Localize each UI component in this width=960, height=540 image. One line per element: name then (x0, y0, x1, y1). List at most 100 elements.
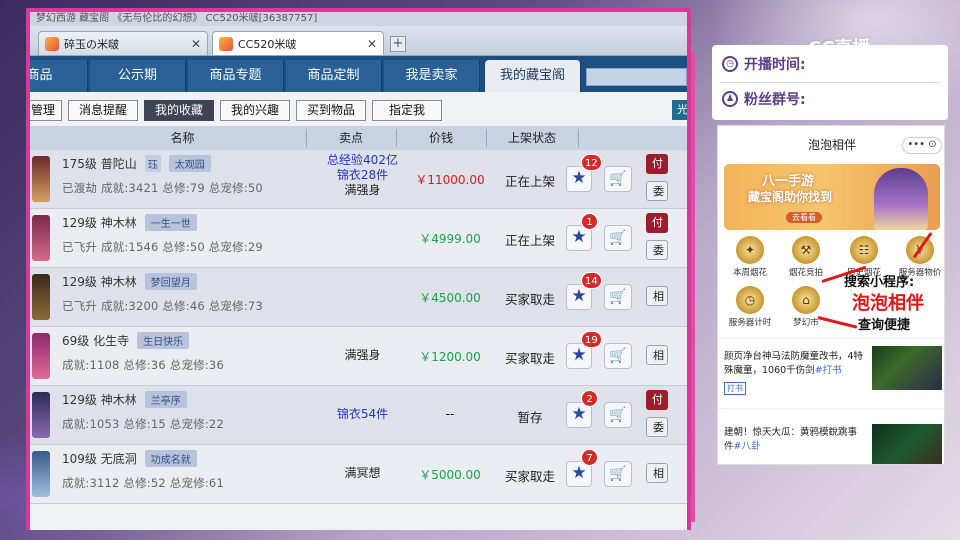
browser-tab-1[interactable]: 碎玉の米啵 ✕ (38, 31, 208, 55)
cart-icon[interactable]: 🛒 (604, 461, 632, 487)
role-name[interactable]: 129级 神木林 (62, 273, 137, 290)
role-detail: 成就:1108 总修:36 总宠修:36 (62, 358, 224, 372)
avatar[interactable] (32, 451, 50, 497)
listing-status: 买家取走 (504, 351, 555, 366)
avatar[interactable] (32, 333, 50, 379)
close-icon[interactable]: ✕ (367, 37, 377, 51)
role-tag: 一生一世 (144, 214, 197, 231)
cart-icon[interactable]: 🛒 (604, 343, 632, 369)
divider (720, 82, 940, 83)
favorite-count-badge: 14 (581, 272, 602, 289)
role-title: 69级 化生寺 生日快乐 (62, 332, 190, 349)
close-icon[interactable]: ✕ (191, 37, 201, 51)
selling-point: 满冥想 (344, 466, 381, 480)
avatar[interactable] (32, 156, 50, 202)
cart-icon[interactable]: 🛒 (604, 402, 632, 428)
selling-point: 锦衣28件 (336, 168, 389, 182)
mini-program-ad: 泡泡相伴 ••• ⊙ 八一手游 藏宝阁助你找到 去看看 ✦ 本周烟花 ⚒ 烟花竞拍 … (717, 125, 945, 465)
price: ￥4999.00 (419, 232, 481, 246)
manage-button[interactable]: 管理 (30, 100, 62, 121)
cart-icon[interactable]: 🛒 (604, 225, 632, 251)
browser-tab-label: 碎玉の米啵 (64, 37, 119, 51)
avatar[interactable] (32, 392, 50, 438)
col-selling: 卖点 (338, 131, 363, 145)
similar-button[interactable]: 相 (646, 463, 668, 483)
selling-points: 满强身 (310, 348, 415, 363)
firework-icon: ✦ (736, 236, 764, 264)
selling-points: 满冥想 (310, 466, 415, 481)
mini-program-controls: ••• ⊙ (902, 137, 942, 154)
selling-points: 总经验402亿 锦衣28件 满强身 (310, 153, 415, 198)
browser-tab-2[interactable]: CC520米啵 ✕ (212, 31, 384, 55)
tab-topics[interactable]: 商品专题 (188, 60, 284, 92)
capture-frame: 梦幻西游 藏宝阁 《无与伦比的幻想》 CC520米啵[36387757] 碎玉の… (26, 8, 695, 530)
cart-icon[interactable]: 🛒 (604, 166, 632, 192)
table-row[interactable]: 129级 神木林 兰亭序 成就:1053 总修:15 总宠修:22 锦衣54件 -- 暂存… (30, 386, 687, 445)
role-name[interactable]: 109级 无底洞 (62, 450, 137, 467)
my-interests-button[interactable]: 我的兴趣 (220, 100, 290, 121)
news-tag: 打书 (724, 382, 746, 395)
role-name[interactable]: 129级 神木林 (62, 214, 137, 231)
start-time-label: 开播时间: (744, 57, 806, 73)
role-tag: 生日快乐 (137, 332, 190, 349)
entrust-button[interactable]: 委 (646, 240, 668, 260)
message-reminder-button[interactable]: 消息提醒 (68, 100, 138, 121)
entrust-button[interactable]: 委 (646, 181, 668, 201)
entrust-button[interactable]: 委 (646, 417, 668, 437)
grid-item-market: ⌂ 梦幻市 (776, 286, 836, 328)
table-row[interactable]: 69级 化生寺 生日快乐成就:1108 总修:36 总宠修:36 满强身 ￥1200.… (30, 327, 687, 386)
designated-me-button[interactable]: 指定我 (372, 100, 442, 121)
new-tab-button[interactable]: + (390, 36, 406, 52)
favorite-count-badge: 7 (581, 449, 598, 466)
avatar[interactable] (32, 215, 50, 261)
role-name[interactable]: 175级 普陀山 (62, 155, 137, 172)
role-name[interactable]: 129级 神木林 (62, 391, 137, 408)
table-row[interactable]: 129级 神木林 梦回望月 已飞升 成就:3200 总修:46 总宠修:73 ￥450… (30, 268, 687, 327)
role-name[interactable]: 69级 化生寺 (62, 332, 129, 349)
character-image (874, 168, 928, 230)
role-title: 109级 无底洞 功成名就 (62, 450, 197, 467)
pay-button[interactable]: 付 (646, 390, 668, 410)
listing-status: 暂存 (517, 410, 543, 425)
col-price: 价钱 (428, 131, 453, 145)
table-row[interactable]: 175级 普陀山珏太观园 已渡劫 成就:3421 总修:79 总宠修:50 总经验4… (30, 150, 687, 209)
my-favorites-button[interactable]: 我的收藏 (144, 100, 214, 121)
role-detail: 已飞升 成就:1546 总修:50 总宠修:29 (62, 240, 263, 254)
nav-search-input[interactable] (586, 68, 687, 86)
grid-item-server-timer: ◷ 服务器计时 (720, 286, 780, 328)
price: ￥5000.00 (419, 468, 481, 482)
listing-status: 买家取走 (504, 292, 555, 307)
listing-status: 正在上架 (504, 174, 555, 189)
clock-icon: ◷ (722, 56, 738, 72)
price: ￥1200.00 (419, 350, 481, 364)
cart-icon[interactable]: 🛒 (604, 284, 632, 310)
promo-name-text: 泡泡相伴 (852, 293, 924, 314)
listing-status: 买家取走 (504, 469, 555, 484)
avatar[interactable] (32, 274, 50, 320)
tab-my-cbg[interactable]: 我的藏宝阁 (485, 60, 581, 92)
table-row[interactable]: 109级 无底洞 功成名就 成就:3112 总修:52 总宠修:61 满冥想 ￥5000… (30, 445, 687, 504)
tab-goods[interactable]: 商品 (30, 60, 88, 92)
similar-button[interactable]: 相 (646, 345, 668, 365)
tab-custom[interactable]: 商品定制 (286, 60, 382, 92)
selling-point: 锦衣54件 (336, 407, 389, 421)
pay-button[interactable]: 付 (646, 213, 668, 233)
favorite-count-badge: 2 (581, 390, 598, 407)
right-action-button[interactable]: 光 (672, 100, 687, 120)
selling-points: 锦衣54件 (310, 407, 415, 422)
pay-button[interactable]: 付 (646, 154, 668, 174)
price: ￥11000.00 (415, 173, 485, 187)
col-divider (578, 129, 579, 147)
fans-group-label: 粉丝群号: (744, 92, 806, 108)
table-row[interactable]: 129级 神木林 一生一世已飞升 成就:1546 总修:50 总宠修:29 ￥499… (30, 209, 687, 268)
divider (718, 338, 944, 339)
banner-title: 八一手游 (762, 174, 815, 189)
browser-top-text: 梦幻西游 藏宝阁 《无与伦比的幻想》 CC520米啵[36387757] (30, 12, 687, 26)
browser-tab-label: CC520米啵 (238, 37, 297, 51)
similar-button[interactable]: 相 (646, 286, 668, 306)
tab-seller[interactable]: 我是卖家 (384, 60, 480, 92)
role-tag: 太观园 (168, 155, 211, 172)
bought-items-button[interactable]: 买到物品 (296, 100, 366, 121)
tab-public[interactable]: 公示期 (90, 60, 186, 92)
role-tag: 兰亭序 (144, 391, 187, 408)
